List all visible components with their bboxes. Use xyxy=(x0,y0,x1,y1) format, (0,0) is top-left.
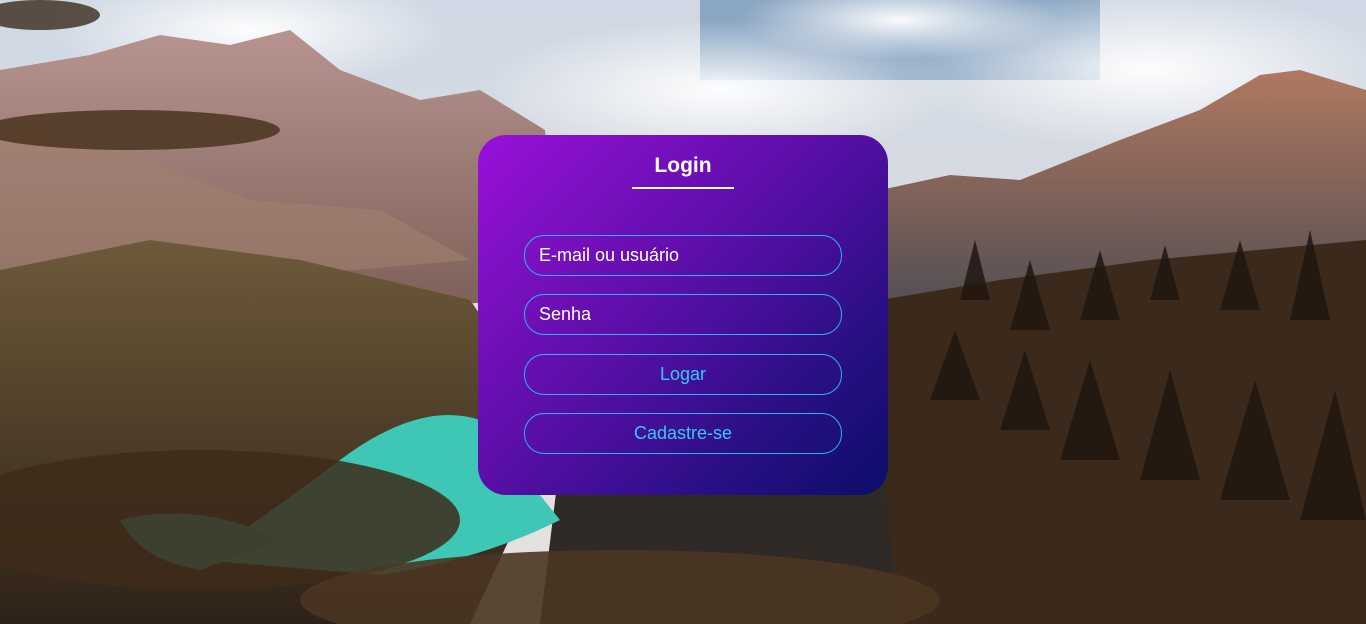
password-input[interactable] xyxy=(524,294,842,335)
title-underline xyxy=(632,187,734,189)
login-title: Login xyxy=(654,154,712,177)
login-card: Login Logar Cadastre-se xyxy=(478,135,888,495)
email-or-username-input[interactable] xyxy=(524,235,842,276)
login-page: Login Logar Cadastre-se xyxy=(0,0,1366,624)
login-button[interactable]: Logar xyxy=(524,354,842,395)
register-button[interactable]: Cadastre-se xyxy=(524,413,842,454)
